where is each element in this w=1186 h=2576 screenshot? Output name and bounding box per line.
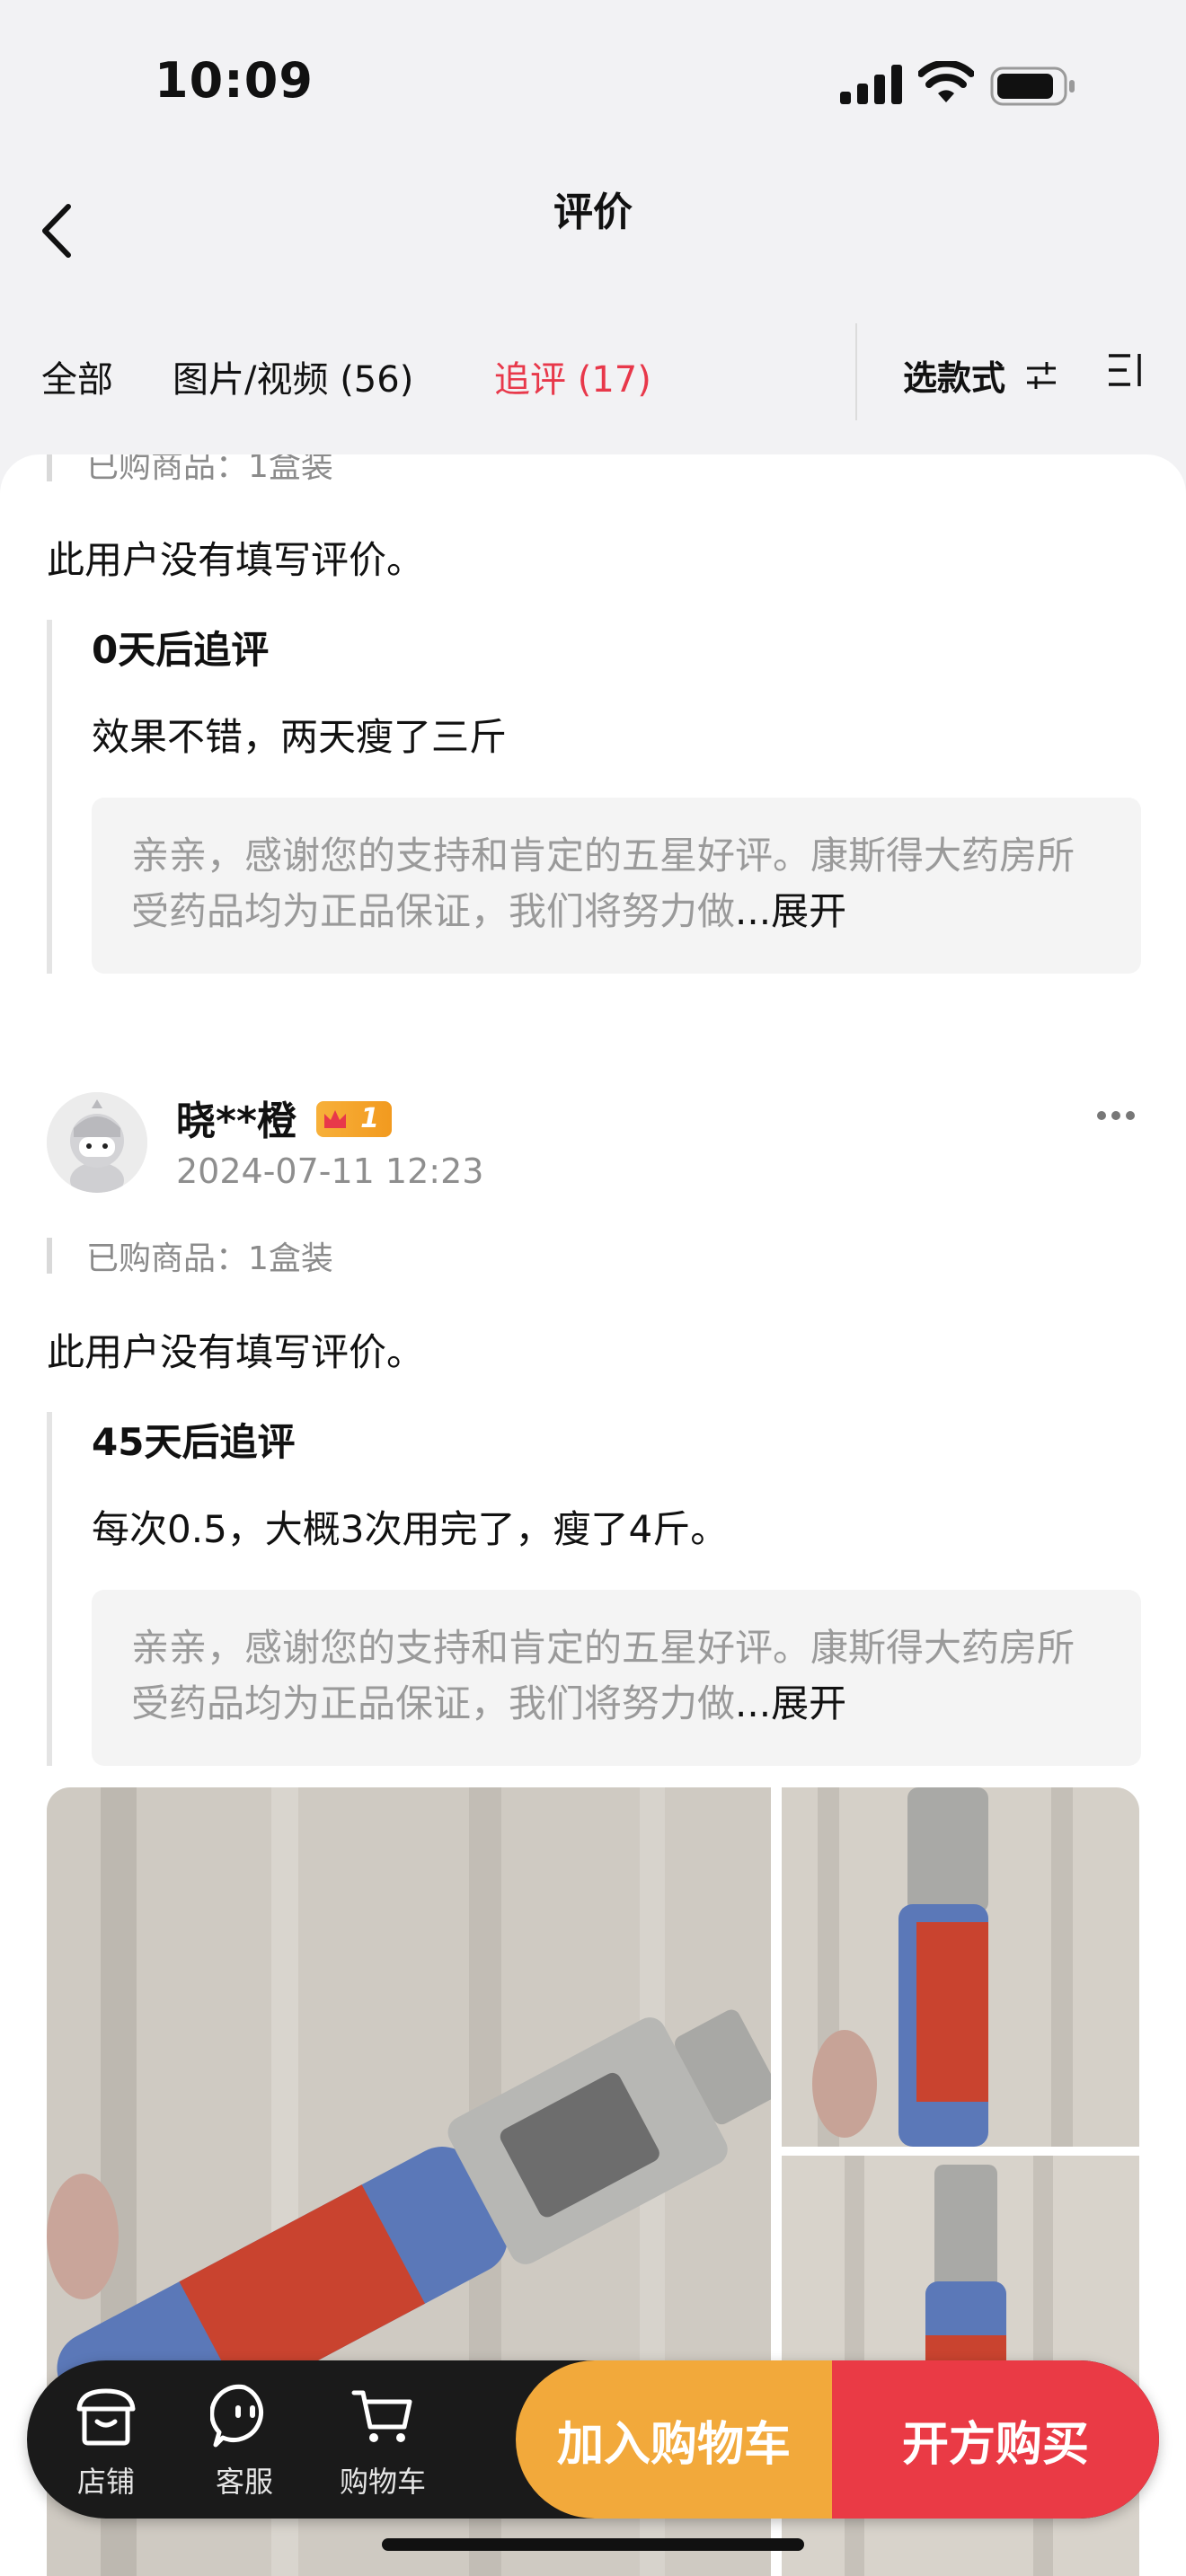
purchased-item: 已购商品：1盒装 bbox=[47, 454, 333, 487]
crown-icon bbox=[324, 1110, 346, 1128]
expand-reply-link[interactable]: ...展开 bbox=[735, 1681, 846, 1725]
wifi-icon bbox=[918, 61, 974, 102]
member-level-badge: 1 bbox=[316, 1101, 392, 1137]
tab-followup[interactable]: 追评 (17) bbox=[494, 350, 651, 402]
filter-sliders-icon bbox=[1027, 361, 1057, 389]
review-tabs: 全部 图片/视频 (56) 追评 (17) 选款式 bbox=[0, 323, 1186, 422]
seller-reply: 亲亲，感谢您的支持和肯定的五星好评。康斯得大药房所受药品均为正品保证，我们将努力… bbox=[92, 1590, 1141, 1766]
review-list: 已购商品：1盒装 此用户没有填写评价。 0天后追评 效果不错，两天瘦了三斤 亲亲… bbox=[0, 454, 1186, 2576]
bottom-action-bar: 店铺 客服 购物车 加入购物车 开方购买 bbox=[27, 2360, 1159, 2519]
review-date: 2024-07-11 12:23 bbox=[176, 1151, 484, 1191]
tab-all[interactable]: 全部 bbox=[41, 350, 113, 402]
seller-reply-text: 亲亲，感谢您的支持和肯定的五星好评。康斯得大药房所受药品均为正品保证，我们将努力… bbox=[131, 1626, 1075, 1725]
cellular-signal-icon bbox=[840, 65, 902, 104]
avatar[interactable] bbox=[47, 1092, 147, 1193]
username: 晓**橙 bbox=[176, 1098, 297, 1144]
store-icon bbox=[76, 2388, 136, 2446]
page-title: 评价 bbox=[553, 190, 633, 235]
chat-icon bbox=[210, 2384, 263, 2448]
store-button[interactable]: 店铺 bbox=[52, 2382, 160, 2501]
style-select-label: 选款式 bbox=[903, 358, 1006, 398]
followup-title: 45天后追评 bbox=[92, 1420, 296, 1464]
tab-photos-videos[interactable]: 图片/视频 (56) bbox=[173, 350, 413, 402]
battery-icon bbox=[990, 66, 1075, 106]
store-label: 店铺 bbox=[76, 2465, 135, 2499]
style-select-button[interactable]: 选款式 bbox=[903, 350, 1058, 400]
customer-service-label: 客服 bbox=[215, 2465, 273, 2499]
followup-block: 45天后追评 每次0.5，大概3次用完了，瘦了4斤。 亲亲，感谢您的支持和肯定的… bbox=[47, 1412, 1141, 1766]
status-bar: 10:09 bbox=[0, 0, 1186, 162]
badge-level: 1 bbox=[360, 1103, 379, 1134]
injection-pen-photo bbox=[782, 1787, 1139, 2147]
review-photo[interactable] bbox=[782, 1787, 1139, 2147]
tabs-divider bbox=[855, 323, 857, 420]
expand-reply-link[interactable]: ...展开 bbox=[735, 889, 846, 933]
review-text: 此用户没有填写评价。 bbox=[47, 538, 425, 582]
home-indicator bbox=[382, 2538, 804, 2551]
followup-title: 0天后追评 bbox=[92, 628, 270, 672]
shopping-cart-icon bbox=[351, 2390, 412, 2442]
seller-reply-text: 亲亲，感谢您的支持和肯定的五星好评。康斯得大药房所受药品均为正品保证，我们将努力… bbox=[131, 834, 1075, 933]
followup-text: 效果不错，两天瘦了三斤 bbox=[92, 715, 508, 759]
avatar-robot-icon bbox=[47, 1092, 147, 1193]
more-options-icon[interactable] bbox=[1096, 1110, 1136, 1121]
prescription-buy-button[interactable]: 开方购买 bbox=[832, 2360, 1159, 2519]
cart-button[interactable]: 购物车 bbox=[329, 2382, 437, 2501]
followup-text: 每次0.5，大概3次用完了，瘦了4斤。 bbox=[92, 1507, 729, 1551]
cart-label: 购物车 bbox=[339, 2465, 426, 2499]
review-text: 此用户没有填写评价。 bbox=[47, 1330, 425, 1374]
add-to-cart-button[interactable]: 加入购物车 bbox=[516, 2360, 832, 2519]
purchased-item: 已购商品：1盒装 bbox=[47, 1232, 333, 1279]
status-time: 10:09 bbox=[155, 52, 314, 109]
seller-reply: 亲亲，感谢您的支持和肯定的五星好评。康斯得大药房所受药品均为正品保证，我们将努力… bbox=[92, 798, 1141, 974]
customer-service-button[interactable]: 客服 bbox=[190, 2382, 298, 2501]
sort-list-icon[interactable] bbox=[1107, 352, 1148, 388]
followup-block: 0天后追评 效果不错，两天瘦了三斤 亲亲，感谢您的支持和肯定的五星好评。康斯得大… bbox=[47, 620, 1141, 974]
